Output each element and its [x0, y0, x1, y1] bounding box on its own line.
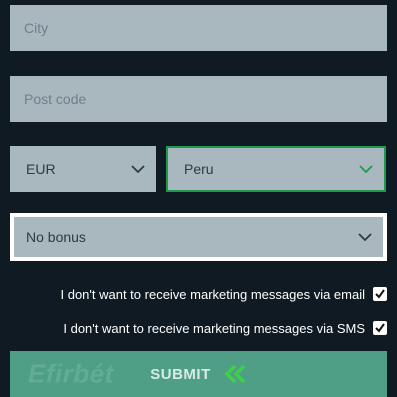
- check-icon: [375, 289, 385, 299]
- marketing-sms-checkbox[interactable]: [373, 321, 387, 335]
- check-icon: [375, 323, 385, 333]
- bonus-value: No bonus: [26, 229, 86, 245]
- country-select[interactable]: Peru: [166, 146, 386, 192]
- double-chevron-left-icon: [224, 364, 245, 384]
- marketing-sms-label: I don't want to receive marketing messag…: [63, 320, 365, 336]
- bonus-select-focus-ring: No bonus: [10, 213, 387, 261]
- country-value: Peru: [184, 161, 214, 177]
- currency-value: EUR: [26, 161, 56, 177]
- chevron-down-icon: [359, 165, 373, 174]
- chevron-down-icon: [358, 233, 372, 242]
- submit-label: SUBMIT: [150, 365, 211, 383]
- brand-watermark: Efirbét: [28, 358, 114, 389]
- currency-select[interactable]: EUR: [10, 146, 156, 192]
- postcode-input[interactable]: Post code: [10, 76, 387, 122]
- marketing-email-checkbox[interactable]: [373, 287, 387, 301]
- marketing-email-label: I don't want to receive marketing messag…: [60, 286, 365, 302]
- postcode-placeholder: Post code: [24, 91, 87, 107]
- city-input[interactable]: City: [10, 5, 387, 51]
- marketing-sms-row: I don't want to receive marketing messag…: [63, 319, 387, 337]
- city-placeholder: City: [24, 20, 49, 36]
- marketing-email-row: I don't want to receive marketing messag…: [60, 285, 387, 303]
- chevron-down-icon: [131, 165, 145, 174]
- bonus-select[interactable]: No bonus: [14, 217, 383, 257]
- submit-button[interactable]: Efirbét SUBMIT: [10, 351, 387, 397]
